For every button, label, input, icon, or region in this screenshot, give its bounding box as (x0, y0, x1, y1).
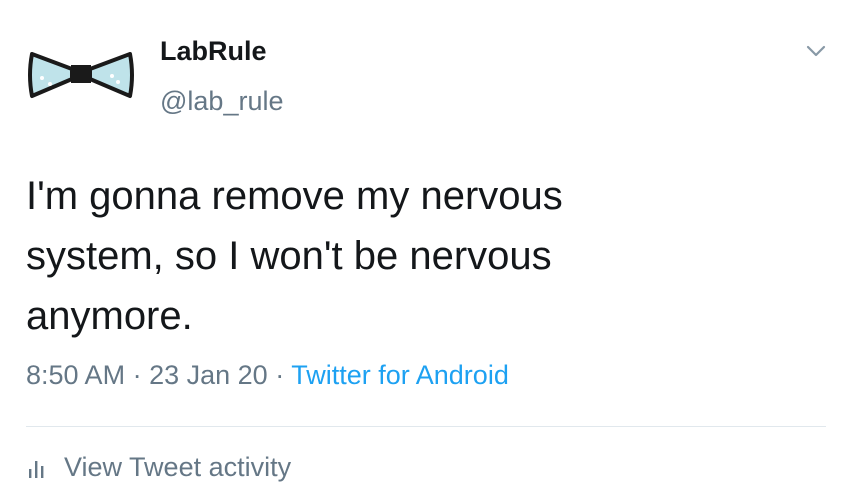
tweet-date[interactable]: 23 Jan 20 (149, 360, 268, 390)
tweet-card: LabRule @lab_rule I'm gonna remove my ne… (0, 0, 851, 503)
view-tweet-activity-link[interactable]: View Tweet activity (26, 452, 291, 483)
bar-chart-icon (26, 456, 50, 480)
tweet-source-link[interactable]: Twitter for Android (291, 360, 509, 390)
tweet-text-line: I'm gonna remove my nervous (26, 174, 563, 218)
tweet-text-line: system, so I won't be nervous (26, 234, 552, 278)
meta-separator: · (275, 360, 285, 390)
tweet-text-line: anymore. (26, 294, 193, 338)
bow-tie-icon[interactable] (26, 38, 136, 108)
view-tweet-activity-label: View Tweet activity (64, 452, 292, 482)
author-name[interactable]: LabRule (160, 36, 267, 67)
meta-separator: · (132, 360, 142, 390)
chevron-down-icon[interactable] (803, 38, 829, 64)
divider (26, 426, 826, 427)
tweet-text: I'm gonna remove my nervous system, so I… (26, 166, 826, 346)
author-handle[interactable]: @lab_rule (160, 86, 283, 117)
tweet-time[interactable]: 8:50 AM (26, 360, 125, 390)
tweet-meta: 8:50 AM · 23 Jan 20 · Twitter for Androi… (26, 360, 509, 391)
